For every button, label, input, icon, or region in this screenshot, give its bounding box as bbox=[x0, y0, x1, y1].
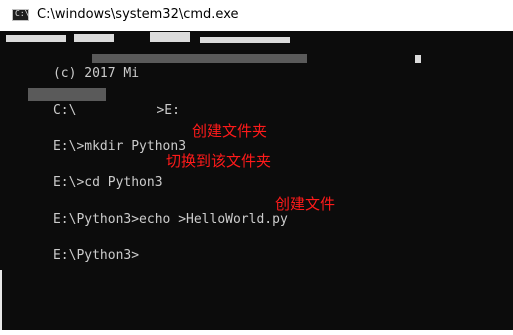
title-bar[interactable]: C:\ C:\windows\system32\cmd.exe bbox=[0, 0, 513, 31]
window-title: C:\windows\system32\cmd.exe bbox=[37, 7, 239, 22]
console-output[interactable]: (c) 2017 Mi C:\ >E: E:\>mkdir Python3 创建文… bbox=[0, 31, 513, 335]
copyright-text: (c) 2017 Mi bbox=[52, 66, 140, 81]
annotation-create-folder: 创建文件夹 bbox=[192, 122, 268, 140]
cmd-icon-glyph: C:\ bbox=[15, 9, 30, 18]
current-prompt: E:\Python3> bbox=[52, 248, 140, 263]
prompt-text: C:\ bbox=[52, 103, 77, 118]
console-line-prompt: E:\Python3> bbox=[6, 232, 139, 280]
window-bottom-edge bbox=[0, 330, 513, 335]
annotation-switch-folder: 切换到该文件夹 bbox=[166, 152, 272, 170]
redacted-copyright-tail bbox=[92, 54, 307, 63]
cd-command: E:\>cd Python3 bbox=[52, 175, 163, 190]
redacted-username bbox=[28, 88, 106, 101]
redacted-header-2 bbox=[74, 34, 114, 42]
drive-command: >E: bbox=[156, 103, 180, 118]
annotation-create-file: 创建文件 bbox=[275, 195, 336, 213]
cmd-window: C:\ C:\windows\system32\cmd.exe (c) 2017… bbox=[0, 0, 513, 335]
cmd-prompt-icon[interactable]: C:\ bbox=[12, 9, 29, 21]
echo-command: E:\Python3>echo >HelloWorld.py bbox=[52, 212, 288, 227]
redacted-header-4 bbox=[200, 37, 290, 43]
redacted-copyright-dot bbox=[415, 55, 421, 63]
redacted-header-1 bbox=[6, 35, 66, 42]
window-left-edge bbox=[0, 270, 2, 335]
redacted-header-3 bbox=[150, 32, 190, 42]
